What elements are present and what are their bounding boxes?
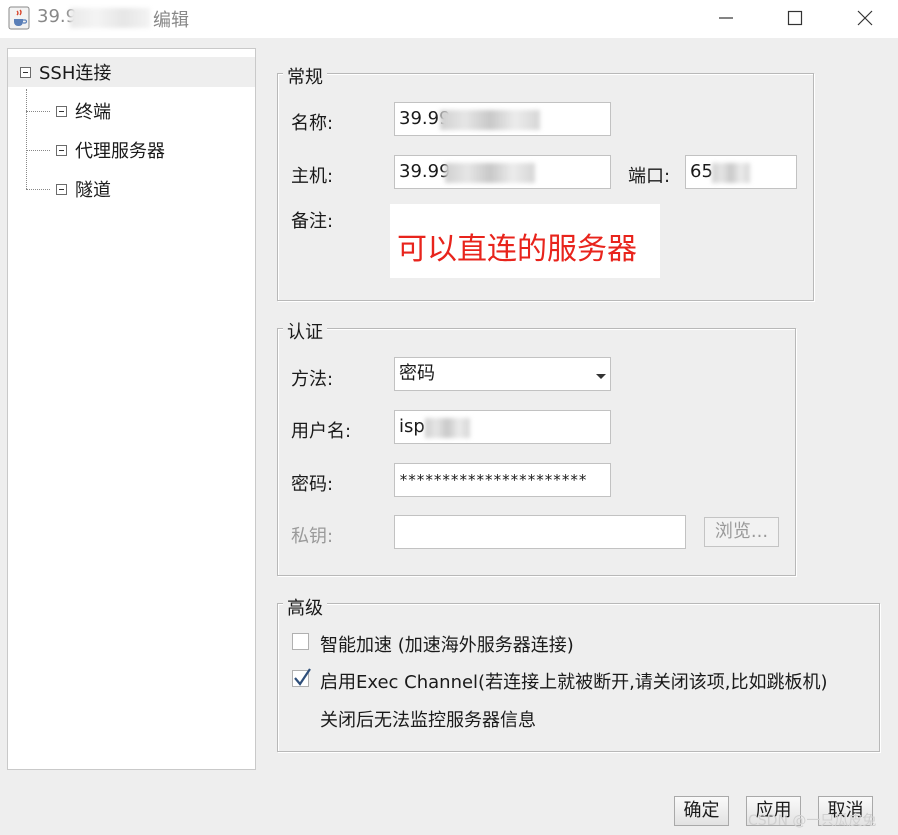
minimize-icon <box>719 17 733 19</box>
exec-channel-label: 启用Exec Channel(若连接上就被断开,请关闭该项,比如跳板机) <box>320 672 828 693</box>
title-bar: 39.9 编辑 <box>0 0 898 38</box>
method-value: 密码 <box>399 363 435 384</box>
window-title-suffix: 编辑 <box>153 10 189 31</box>
tree-item-ssh-connection[interactable]: SSH连接 <box>8 57 255 87</box>
maximize-button[interactable] <box>771 0 817 34</box>
redacted-region <box>70 8 150 28</box>
advanced-legend: 高级 <box>283 594 327 620</box>
private-key-field[interactable] <box>394 515 686 549</box>
java-cup-icon <box>8 6 30 30</box>
collapse-icon[interactable] <box>56 144 67 156</box>
tree-item-label: 终端 <box>75 102 111 123</box>
browse-button[interactable]: 浏览... <box>704 517 779 547</box>
close-button[interactable] <box>841 0 887 34</box>
private-key-label: 私钥: <box>291 526 334 547</box>
general-legend: 常规 <box>283 63 327 89</box>
username-label: 用户名: <box>291 421 352 442</box>
tree-item-label: 代理服务器 <box>75 141 165 162</box>
collapse-icon[interactable] <box>20 66 31 78</box>
redacted-region <box>440 110 540 130</box>
redacted-region <box>712 163 750 183</box>
ok-button[interactable]: 确定 <box>674 796 729 826</box>
tree-connector <box>26 150 50 151</box>
auth-legend: 认证 <box>283 318 327 344</box>
minimize-button[interactable] <box>702 0 748 34</box>
method-select[interactable]: 密码 <box>394 357 611 391</box>
tree-item-label: 隧道 <box>75 180 111 201</box>
password-field[interactable]: ********************** <box>394 463 611 497</box>
checkmark-icon <box>294 668 311 686</box>
tree-item-terminal[interactable]: 终端 <box>56 96 111 126</box>
settings-tree: SSH连接 终端 代理服务器 隧道 <box>7 48 256 770</box>
tree-item-proxy-server[interactable]: 代理服务器 <box>56 135 165 165</box>
exec-channel-note: 关闭后无法监控服务器信息 <box>320 710 536 731</box>
note-text: 可以直连的服务器 <box>397 232 637 267</box>
name-label: 名称: <box>291 113 334 134</box>
tree-item-tunnel[interactable]: 隧道 <box>56 174 111 204</box>
password-label: 密码: <box>291 474 334 495</box>
port-value: 65 <box>690 161 713 182</box>
collapse-icon[interactable] <box>56 105 67 117</box>
redacted-region <box>425 418 470 438</box>
smart-accel-label: 智能加速 (加速海外服务器连接) <box>320 635 574 656</box>
tree-connector <box>26 111 50 112</box>
tree-item-label: SSH连接 <box>39 63 112 84</box>
exec-channel-checkbox[interactable] <box>292 668 311 687</box>
maximize-icon <box>787 10 803 26</box>
chevron-down-icon[interactable] <box>596 374 606 379</box>
password-value: ********************** <box>399 471 587 489</box>
note-label: 备注: <box>291 211 334 232</box>
method-label: 方法: <box>291 369 334 390</box>
redacted-region <box>445 163 535 183</box>
host-value: 39.99 <box>399 161 451 182</box>
collapse-icon[interactable] <box>56 183 67 195</box>
close-icon <box>857 10 873 26</box>
port-label: 端口: <box>628 166 671 187</box>
host-label: 主机: <box>291 166 334 187</box>
watermark: CSDN @一只瓜皮兔 <box>748 813 877 829</box>
tree-connector <box>26 89 27 189</box>
tree-connector <box>26 189 50 190</box>
username-value: isp <box>399 416 425 437</box>
smart-accel-checkbox[interactable] <box>292 633 309 650</box>
